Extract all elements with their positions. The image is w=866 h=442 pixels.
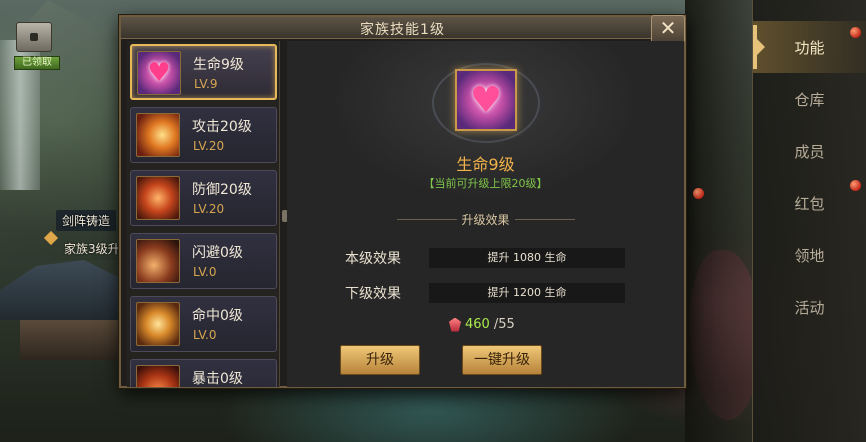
heart-icon: ♥ bbox=[137, 51, 181, 95]
skill-level: LV.9 bbox=[194, 77, 218, 91]
current-effect-label: 本级效果 bbox=[345, 251, 401, 267]
skill-detail-panel: ♥ 生命9级 【当前可升级上限20级】 升级效果 本级效果 提升 1080 生命… bbox=[287, 41, 684, 387]
divider bbox=[515, 219, 575, 220]
shield-icon bbox=[136, 176, 180, 220]
skill-name: 命中0级 bbox=[192, 308, 243, 324]
skill-item-attack[interactable]: 攻击20级 LV.20 bbox=[130, 107, 277, 163]
menu-item-events[interactable]: 活动 bbox=[753, 281, 866, 333]
skill-item-defense[interactable]: 防御20级 LV.20 bbox=[130, 170, 277, 226]
notification-dot-icon bbox=[850, 180, 861, 191]
side-label-sword-array[interactable]: 剑阵铸造 bbox=[56, 210, 117, 231]
temple-building bbox=[20, 320, 120, 360]
skill-name: 闪避0级 bbox=[192, 245, 243, 261]
right-shadow bbox=[685, 0, 755, 442]
skill-item-hit[interactable]: 命中0级 LV.0 bbox=[130, 296, 277, 352]
menu-item-label: 成员 bbox=[794, 142, 825, 161]
skill-level: LV.20 bbox=[193, 202, 225, 216]
upgrade-cap-note: 【当前可升级上限20级】 bbox=[423, 177, 548, 190]
current-effect-value: 提升 1080 生命 bbox=[429, 248, 625, 268]
close-button[interactable]: ✕ bbox=[651, 15, 685, 43]
menu-item-label: 红包 bbox=[794, 194, 825, 213]
dialog-title-bar: 家族技能1级 bbox=[121, 17, 684, 39]
menu-item-warehouse[interactable]: 仓库 bbox=[753, 73, 866, 125]
cost-required: /55 bbox=[493, 317, 515, 332]
next-effect-value: 提升 1200 生命 bbox=[429, 283, 625, 303]
menu-item-function[interactable]: 功能 bbox=[753, 21, 866, 73]
detail-skill-name: 生命9级 bbox=[456, 155, 515, 174]
cost-owned: 460 bbox=[465, 317, 490, 332]
side-label-family-upgrade[interactable]: 家族3级升 bbox=[64, 240, 120, 257]
claimed-badge: 已领取 bbox=[14, 56, 60, 70]
heart-icon: ♥ bbox=[455, 69, 517, 131]
skill-item-crit[interactable]: 暴击0级 bbox=[130, 359, 277, 387]
skill-item-dodge[interactable]: 闪避0级 LV.0 bbox=[130, 233, 277, 289]
one-click-upgrade-button[interactable]: 一键升级 bbox=[462, 345, 542, 375]
sword-icon bbox=[136, 113, 180, 157]
skill-name: 生命9级 bbox=[193, 57, 244, 73]
skill-name: 防御20级 bbox=[192, 182, 252, 198]
menu-item-label: 活动 bbox=[794, 298, 825, 317]
skill-list[interactable]: ♥ 生命9级 LV.9 攻击20级 LV.20 防御20级 LV.20 闪避0级… bbox=[127, 41, 280, 387]
notification-dot-icon bbox=[850, 27, 861, 38]
upgrade-cost: 460/55 bbox=[449, 317, 515, 332]
section-title: 升级效果 bbox=[461, 213, 510, 227]
skill-name: 攻击20级 bbox=[192, 119, 252, 135]
right-menu: 功能 仓库 成员 红包 领地 活动 bbox=[752, 0, 866, 442]
notification-dot-icon bbox=[693, 188, 704, 199]
menu-item-label: 仓库 bbox=[794, 90, 825, 109]
next-effect-label: 下级效果 bbox=[345, 286, 401, 302]
menu-item-label: 功能 bbox=[794, 38, 825, 57]
upgrade-button[interactable]: 升级 bbox=[340, 345, 420, 375]
skill-level: LV.20 bbox=[193, 139, 225, 153]
menu-item-territory[interactable]: 领地 bbox=[753, 229, 866, 281]
menu-item-label: 领地 bbox=[794, 246, 825, 265]
gem-icon bbox=[449, 317, 461, 332]
crit-icon bbox=[136, 365, 180, 387]
skill-item-life[interactable]: ♥ 生命9级 LV.9 bbox=[130, 44, 277, 100]
family-skill-dialog: 家族技能1级 ✕ ♥ 生命9级 LV.9 攻击20级 LV.20 防御20级 L… bbox=[119, 15, 686, 388]
dodge-icon bbox=[136, 239, 180, 283]
menu-item-members[interactable]: 成员 bbox=[753, 125, 866, 177]
skill-level: LV.0 bbox=[193, 265, 217, 279]
chest-icon[interactable] bbox=[16, 22, 52, 52]
dialog-title: 家族技能1级 bbox=[360, 22, 445, 38]
skill-level: LV.0 bbox=[193, 328, 217, 342]
skill-name: 暴击0级 bbox=[192, 371, 243, 387]
target-icon bbox=[136, 302, 180, 346]
